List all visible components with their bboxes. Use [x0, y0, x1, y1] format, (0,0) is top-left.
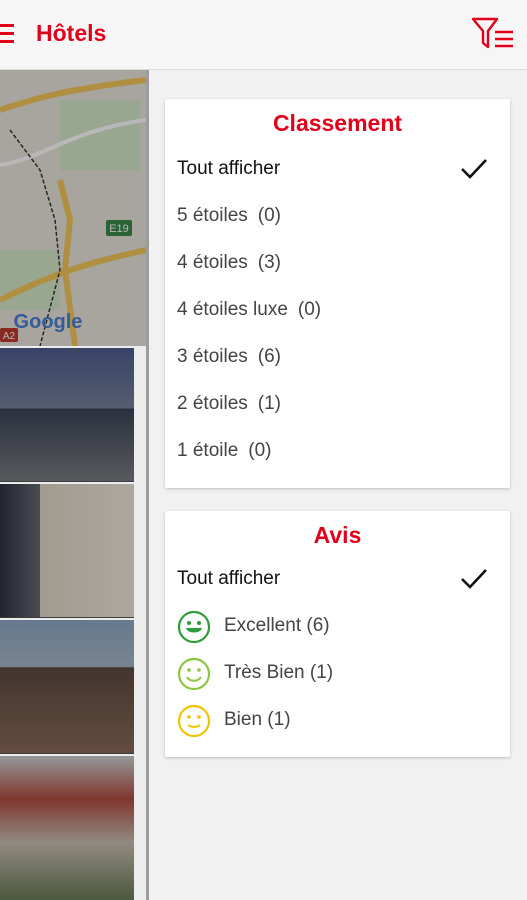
option-label: 1 étoile — [177, 440, 239, 461]
avis-title: Avis — [313, 522, 362, 548]
classement-option-4-etoiles[interactable]: 4 étoiles (3) — [177, 247, 498, 281]
avis-option-bien[interactable]: Bien (1) — [177, 704, 498, 738]
option-count: (6) — [257, 346, 282, 367]
option-label: 2 étoiles — [177, 393, 248, 414]
option-count: (0) — [297, 299, 322, 320]
smiley-tres-bien-icon — [177, 657, 211, 691]
classement-option-tout-afficher[interactable]: Tout afficher — [177, 153, 498, 187]
option-label: 3 étoiles — [177, 346, 248, 367]
check-icon — [461, 159, 487, 179]
avis-option-tres-bien[interactable]: Très Bien (1) — [177, 657, 498, 691]
check-icon — [461, 569, 487, 589]
option-count: (3) — [257, 252, 282, 273]
option-label: 4 étoiles luxe — [177, 299, 288, 320]
road-label: E19 — [109, 223, 129, 235]
option-count: (1) — [257, 393, 282, 414]
hamburger-menu-icon[interactable] — [0, 24, 14, 44]
hotel-thumbnail[interactable] — [0, 620, 134, 754]
classement-option-3-etoiles[interactable]: 3 étoiles (6) — [177, 341, 498, 375]
smiley-excellent-icon — [177, 610, 211, 644]
option-label: Bien (1) — [224, 709, 291, 730]
map-view[interactable]: E19 A2 Google — [0, 70, 146, 347]
avis-card: Avis Tout afficher Excellent (6) Très Bi… — [165, 511, 510, 757]
map-logo: Google — [14, 311, 83, 333]
classement-option-2-etoiles[interactable]: 2 étoiles (1) — [177, 388, 498, 422]
option-count: (0) — [248, 440, 272, 461]
classement-option-5-etoiles[interactable]: 5 étoiles (0) — [177, 200, 498, 234]
avis-option-excellent[interactable]: Excellent (6) — [177, 610, 498, 644]
hotel-thumbnail[interactable] — [0, 756, 134, 900]
option-count: (0) — [257, 205, 282, 226]
avis-option-tout-afficher[interactable]: Tout afficher — [177, 563, 498, 597]
filter-list-icon[interactable] — [471, 16, 515, 52]
page-title: Hôtels — [36, 20, 107, 46]
option-label: 5 étoiles — [177, 205, 248, 226]
option-label: Excellent (6) — [224, 615, 330, 636]
app-header: Hôtels — [0, 0, 527, 70]
option-label: Tout afficher — [177, 568, 281, 589]
classement-option-4-etoiles-luxe[interactable]: 4 étoiles luxe (0) — [177, 294, 498, 328]
hotel-thumbnail[interactable] — [0, 348, 134, 482]
classement-title: Classement — [272, 110, 403, 136]
classement-card: Classement Tout afficher 5 étoiles (0) 4 … — [165, 99, 510, 488]
hotel-list-background: E19 A2 Google — [0, 70, 146, 900]
option-label: Tout afficher — [177, 158, 281, 179]
smiley-bien-icon — [177, 704, 211, 738]
classement-option-1-etoile[interactable]: 1 étoile (0) — [177, 435, 498, 469]
option-label: 4 étoiles — [177, 252, 248, 273]
option-label: Très Bien (1) — [224, 662, 334, 683]
hotel-thumbnail[interactable] — [0, 484, 134, 618]
